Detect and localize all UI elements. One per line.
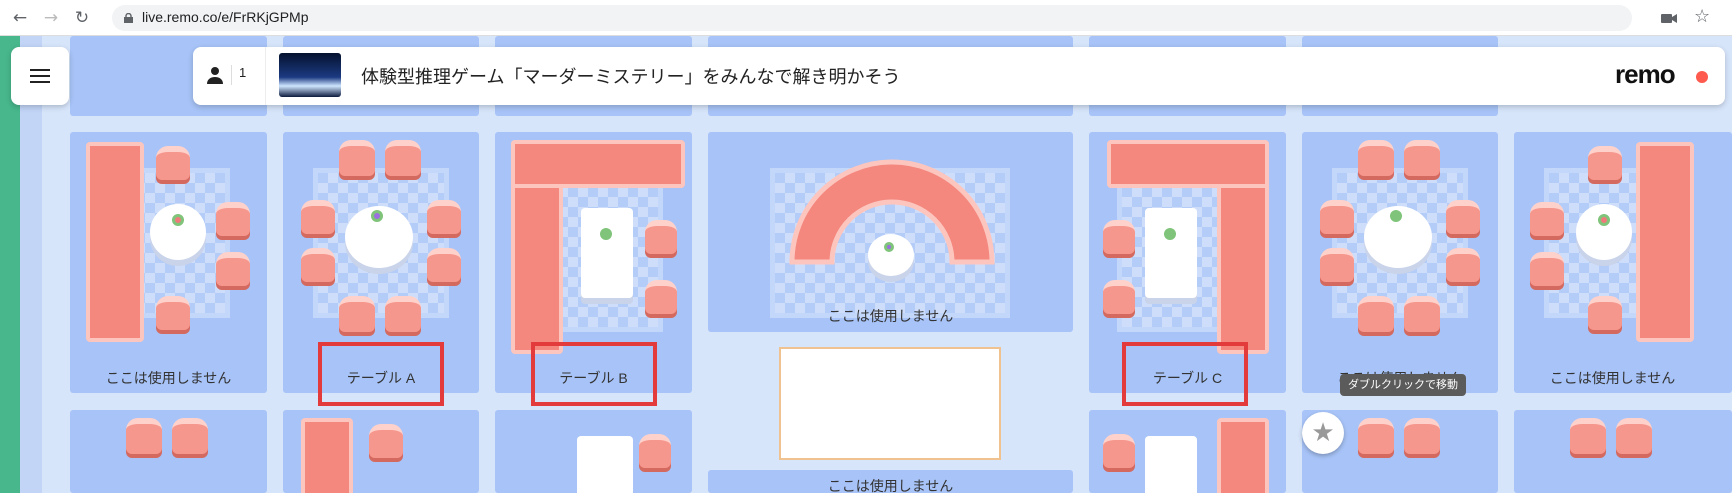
reload-icon[interactable]: ↻	[73, 9, 91, 27]
table	[1145, 436, 1197, 493]
highlight-table-b	[531, 342, 657, 406]
attendee-count: 1	[239, 65, 247, 80]
chair	[339, 140, 375, 176]
room-bottom-3[interactable]	[495, 410, 692, 493]
chair	[1446, 248, 1480, 282]
flower-icon	[371, 210, 383, 222]
hamburger-icon	[30, 69, 50, 71]
flower-icon	[884, 242, 894, 252]
highlight-table-c	[1122, 342, 1248, 406]
chair	[645, 280, 677, 314]
plant-icon	[600, 228, 612, 240]
sofa	[1217, 418, 1269, 493]
chair	[1588, 146, 1622, 180]
browser-toolbar: ← → ↻ live.remo.co/e/FrRKjGPMp ☆	[0, 0, 1732, 36]
chair	[645, 220, 677, 254]
menu-button[interactable]	[11, 47, 69, 105]
sofa	[1107, 140, 1269, 188]
room-6[interactable]: ここは使用しません	[1302, 132, 1498, 393]
room-7[interactable]: ここは使用しません	[1514, 132, 1732, 393]
table	[577, 436, 633, 493]
event-header: 1 体験型推理ゲーム「マーダーミステリー」をみんなで解き明かそう remo	[193, 47, 1725, 105]
room-bottom-2[interactable]	[283, 410, 479, 493]
chair	[1320, 200, 1354, 234]
chair	[1103, 220, 1135, 254]
hamburger-icon-line	[30, 81, 50, 83]
room-label: ここは使用しません	[827, 478, 954, 493]
event-thumbnail	[279, 53, 341, 97]
camera-icon[interactable]	[1660, 10, 1678, 26]
url-text: live.remo.co/e/FrRKjGPMp	[142, 9, 309, 25]
room-lounge[interactable]: ここは使用しません	[708, 132, 1073, 332]
table	[581, 208, 633, 298]
sofa	[86, 142, 144, 342]
sofa	[1636, 142, 1694, 342]
address-bar[interactable]: live.remo.co/e/FrRKjGPMp	[112, 5, 1632, 31]
chair	[172, 418, 208, 454]
chair	[1446, 200, 1480, 234]
plant-icon	[1390, 210, 1402, 222]
chair	[216, 202, 250, 236]
room-bottom-5[interactable]	[1089, 410, 1286, 493]
flower-icon	[1598, 214, 1610, 226]
arrow-left-icon[interactable]: ←	[11, 9, 29, 27]
round-table	[868, 234, 914, 276]
chair	[1404, 296, 1440, 332]
chair	[1530, 252, 1564, 286]
chair	[385, 296, 421, 332]
chair	[1358, 418, 1394, 454]
chair	[301, 200, 335, 234]
chair	[301, 248, 335, 282]
logo-dot	[1696, 71, 1708, 83]
lock-icon	[124, 13, 133, 23]
chair	[156, 146, 190, 180]
room-bottom-1[interactable]	[70, 410, 267, 493]
chair	[216, 252, 250, 286]
sofa	[301, 418, 353, 493]
move-tooltip: ダブルクリックで移動	[1340, 374, 1466, 396]
chair	[339, 296, 375, 332]
chair	[1570, 418, 1606, 454]
arrow-right-icon[interactable]: →	[42, 9, 60, 27]
chair	[1103, 434, 1135, 468]
divider	[231, 65, 232, 85]
chair	[126, 418, 162, 454]
chair	[156, 296, 190, 330]
highlight-table-a	[318, 342, 444, 406]
room-1[interactable]: ここは使用しません	[70, 132, 267, 393]
chair	[1103, 280, 1135, 314]
chair	[1358, 296, 1394, 332]
chair	[639, 434, 671, 468]
table	[1145, 208, 1197, 298]
chair	[385, 140, 421, 176]
flower-icon	[172, 214, 184, 226]
room-label: ここは使用しません	[105, 370, 232, 386]
room-label: ここは使用しません	[1549, 370, 1676, 386]
chair	[1320, 248, 1354, 282]
room-bottom-7[interactable]	[1514, 410, 1732, 493]
bookmark-star-icon[interactable]: ☆	[1694, 6, 1710, 27]
chair	[1404, 140, 1440, 176]
user-icon	[207, 67, 223, 84]
chair	[1616, 418, 1652, 454]
chair	[1530, 202, 1564, 236]
divider	[265, 47, 266, 105]
room-label: ここは使用しません	[827, 308, 954, 324]
chair	[369, 424, 403, 458]
chair	[1404, 418, 1440, 454]
room-bottom-4[interactable]: ここは使用しません	[708, 470, 1073, 493]
sofa	[511, 140, 685, 188]
hamburger-icon-line	[30, 75, 50, 77]
presentation-area[interactable]	[779, 347, 1001, 460]
chair	[427, 248, 461, 282]
event-title: 体験型推理ゲーム「マーダーミステリー」をみんなで解き明かそう	[361, 67, 901, 87]
chair	[1588, 296, 1622, 330]
chair	[1358, 140, 1394, 176]
star-icon[interactable]: ★	[1302, 412, 1344, 454]
round-table	[1576, 204, 1632, 260]
plant-icon	[1164, 228, 1176, 240]
round-table	[150, 204, 206, 260]
remo-logo: remo	[1615, 59, 1676, 89]
chair	[427, 200, 461, 234]
